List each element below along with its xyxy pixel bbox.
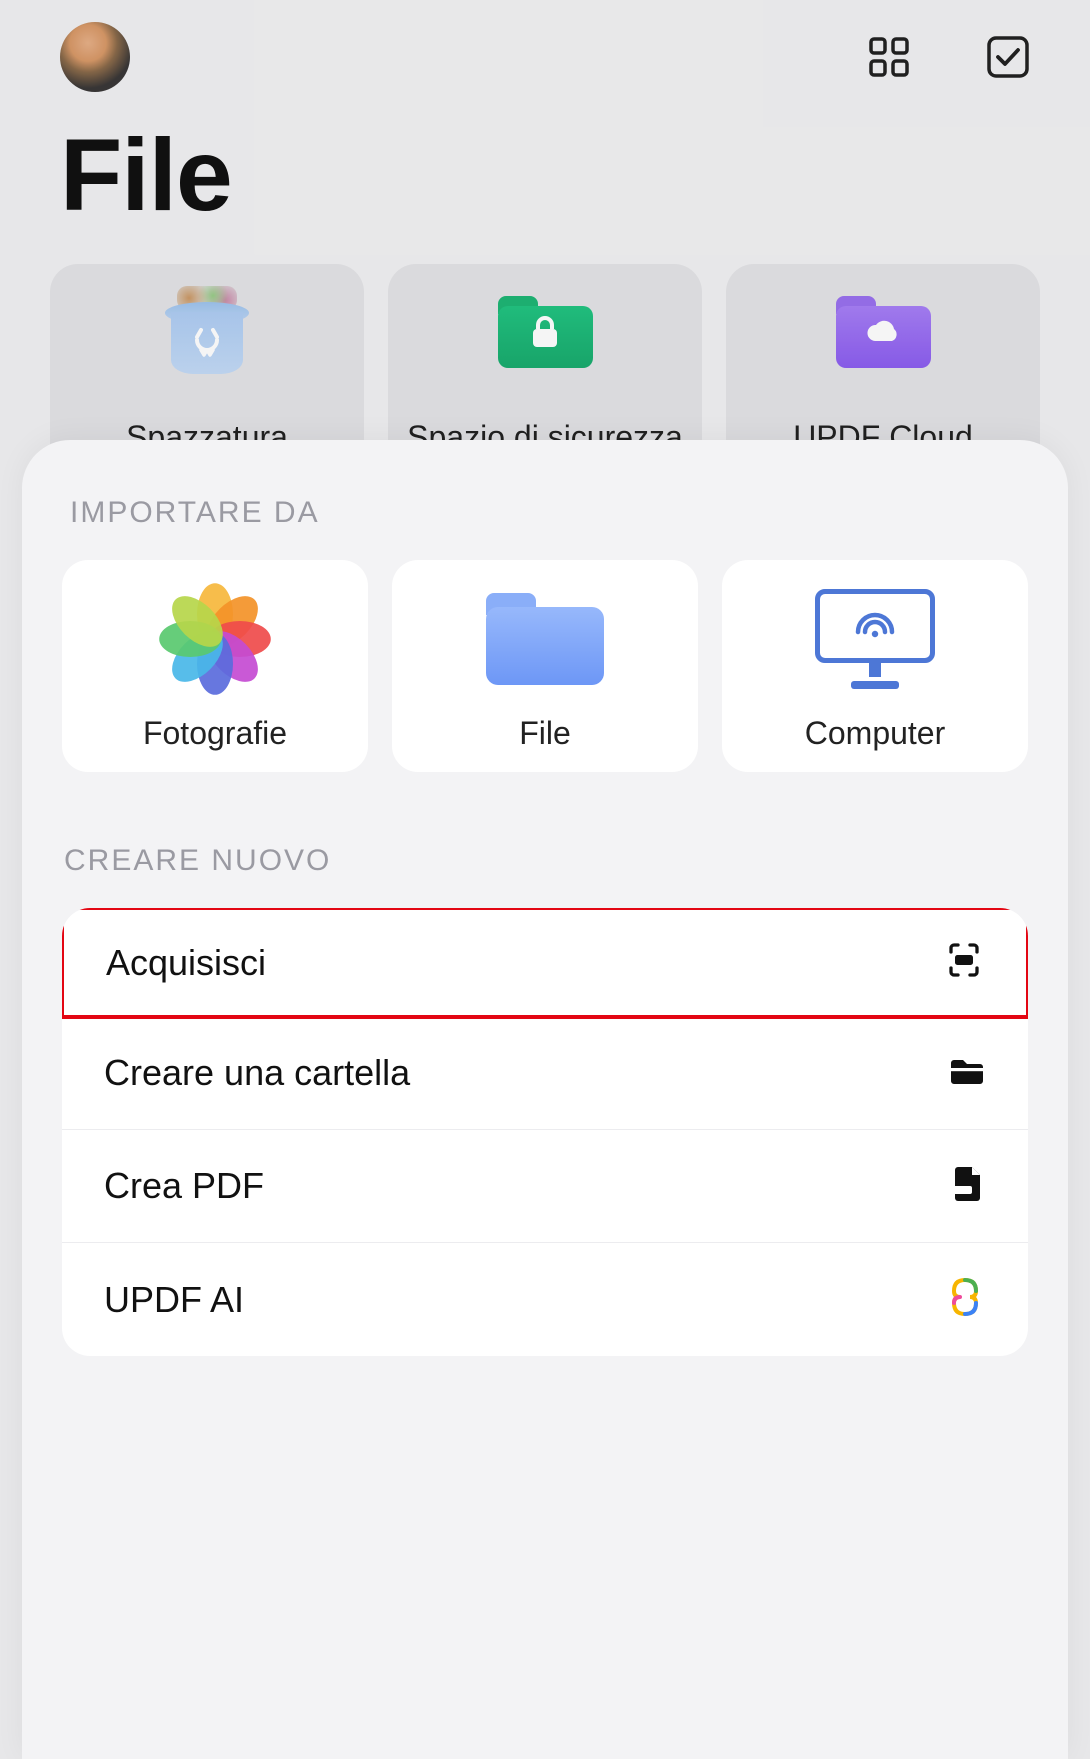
- import-photos-card[interactable]: Fotografie: [62, 560, 368, 772]
- computer-icon: [815, 580, 935, 697]
- folder-icon: [948, 1055, 986, 1092]
- create-section-heading: CREARE NUOVO: [62, 844, 1028, 878]
- import-photos-label: Fotografie: [143, 715, 287, 752]
- create-list: Acquisisci Creare una cartella Crea PDF: [62, 908, 1028, 1356]
- cloud-folder-icon: [836, 290, 931, 374]
- create-pdf-label: Crea PDF: [104, 1165, 264, 1207]
- import-computer-label: Computer: [805, 715, 946, 752]
- create-scan-label: Acquisisci: [106, 942, 266, 984]
- import-files-label: File: [519, 715, 571, 752]
- photos-icon: [160, 580, 270, 697]
- import-files-card[interactable]: File: [392, 560, 698, 772]
- grid-view-icon[interactable]: [868, 36, 910, 78]
- header-actions: [868, 35, 1030, 79]
- updf-ai-label: UPDF AI: [104, 1279, 244, 1321]
- page-title: File: [0, 102, 1090, 264]
- lock-folder-icon: [498, 290, 593, 374]
- header-bar: [0, 0, 1090, 102]
- select-mode-icon[interactable]: [986, 35, 1030, 79]
- create-folder-item[interactable]: Creare una cartella: [62, 1017, 1028, 1130]
- trash-icon: [161, 282, 253, 374]
- create-scan-item[interactable]: Acquisisci: [62, 908, 1028, 1019]
- files-folder-icon: [486, 580, 604, 697]
- import-computer-card[interactable]: Computer: [722, 560, 1028, 772]
- import-section-heading: IMPORTARE DA: [62, 496, 1028, 530]
- scan-icon: [944, 940, 984, 985]
- action-sheet: IMPORTARE DA Fotografie: [22, 440, 1068, 1759]
- updf-logo-icon: [944, 1276, 986, 1323]
- pdf-file-icon: [952, 1164, 986, 1209]
- avatar[interactable]: [60, 22, 130, 92]
- create-pdf-item[interactable]: Crea PDF: [62, 1130, 1028, 1243]
- import-row: Fotografie File: [62, 560, 1028, 772]
- updf-ai-item[interactable]: UPDF AI: [62, 1243, 1028, 1356]
- create-folder-label: Creare una cartella: [104, 1052, 410, 1094]
